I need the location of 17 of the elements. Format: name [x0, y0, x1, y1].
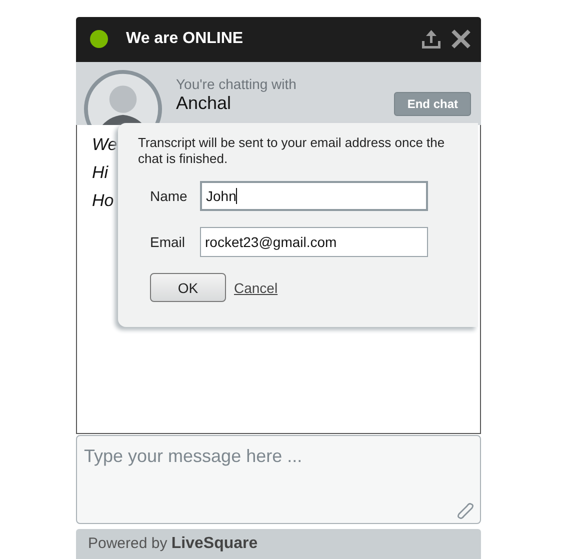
contact-name: Anchal — [176, 93, 232, 114]
upload-icon[interactable] — [421, 29, 441, 50]
transcript-message: Transcript will be sent to your email address once the chat is finished. — [138, 135, 446, 167]
input-field[interactable]: rocket23@gmail.com — [200, 227, 428, 257]
input-field[interactable]: John — [200, 181, 428, 211]
message-text: We — [92, 134, 118, 156]
chatting-with-label: You're chatting with — [176, 76, 298, 92]
paperclip-icon[interactable] — [456, 501, 476, 522]
ok-button[interactable]: OK — [150, 273, 226, 302]
field-label: Name — [150, 188, 188, 204]
message-text: Ho — [92, 190, 114, 212]
window-title: We are ONLINE — [126, 30, 244, 48]
close-icon[interactable] — [451, 29, 471, 50]
field-label: Email — [150, 234, 186, 250]
cancel-link[interactable]: Cancel — [234, 280, 278, 296]
message-text: Hi — [92, 162, 108, 184]
powered-by-text: Powered by LiveSquare — [88, 535, 258, 552]
